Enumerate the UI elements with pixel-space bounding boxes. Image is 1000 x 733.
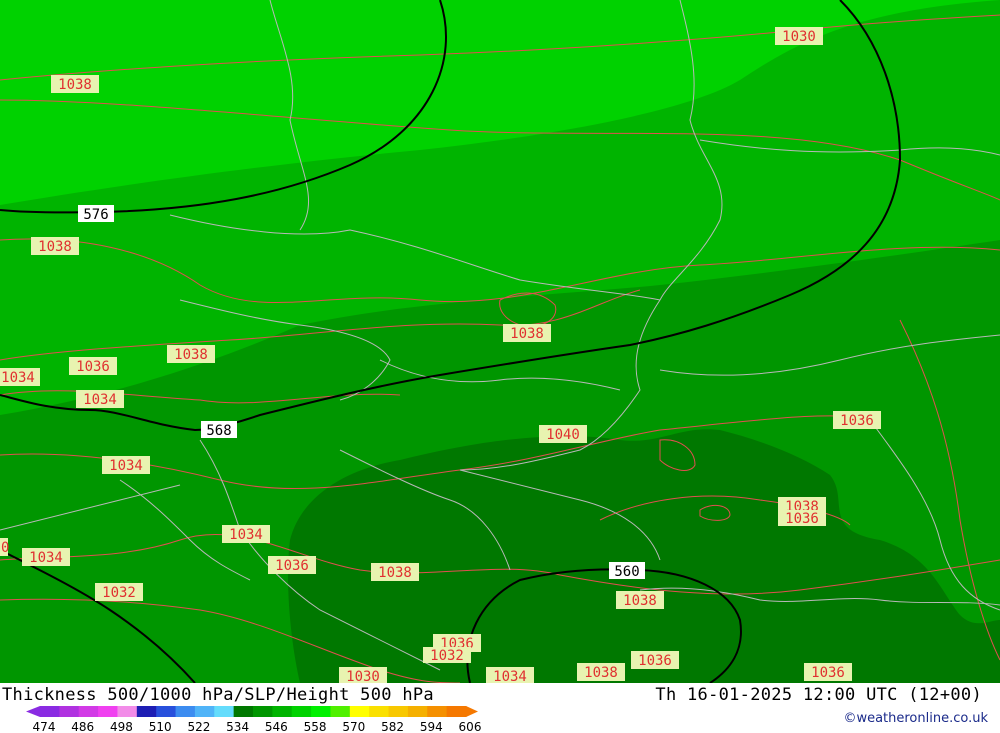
color-scale-swatches — [26, 706, 478, 717]
color-scale-swatch — [40, 706, 60, 717]
color-scale-swatch — [407, 706, 428, 717]
slp-label: 1038 — [503, 324, 551, 342]
color-scale-label: 606 — [459, 720, 482, 733]
svg-text:1030: 1030 — [782, 29, 816, 45]
color-scale-swatch — [136, 706, 157, 717]
svg-text:1038: 1038 — [378, 565, 412, 581]
slp-label: 1034 — [102, 456, 150, 474]
color-scale-label: 570 — [342, 720, 365, 733]
slp-label: 1036 — [833, 411, 881, 429]
svg-text:1034: 1034 — [1, 370, 35, 386]
color-scale-label: 582 — [381, 720, 404, 733]
slp-label: 1038 — [31, 237, 79, 255]
slp-label: 1038 — [616, 591, 664, 609]
height-label-568: 568 — [206, 423, 231, 439]
color-scale-label: 546 — [265, 720, 288, 733]
color-scale-swatch — [427, 706, 448, 717]
color-scale-label: 498 — [110, 720, 133, 733]
height-label-560: 560 — [614, 564, 639, 580]
color-scale-swatch — [291, 706, 312, 717]
svg-text:1036: 1036 — [840, 413, 874, 429]
slp-label: 1038 — [371, 563, 419, 581]
slp-label: 1032 — [95, 583, 143, 601]
svg-text:1036: 1036 — [785, 511, 819, 527]
svg-text:1034: 1034 — [109, 458, 143, 474]
color-scale-swatch — [214, 706, 235, 717]
color-scale-label: 510 — [149, 720, 172, 733]
svg-text:1038: 1038 — [38, 239, 72, 255]
svg-text:1034: 1034 — [83, 392, 117, 408]
color-scale-label: 522 — [187, 720, 210, 733]
slp-label: 1040 — [539, 425, 587, 443]
credit-link[interactable]: ©weatheronline.co.uk — [843, 711, 988, 726]
slp-label: 1036 — [631, 651, 679, 669]
slp-label: 1034 — [76, 390, 124, 408]
color-scale-arrow-left — [26, 706, 40, 717]
color-scale-label: 594 — [420, 720, 443, 733]
svg-text:1038: 1038 — [58, 77, 92, 93]
color-scale-swatch — [117, 706, 138, 717]
color-scale-swatch — [156, 706, 177, 717]
svg-text:1034: 1034 — [29, 550, 63, 566]
svg-text:1032: 1032 — [430, 648, 464, 664]
svg-text:1038: 1038 — [584, 665, 618, 681]
slp-label: 1034 — [22, 548, 70, 566]
svg-text:1036: 1036 — [638, 653, 672, 669]
slp-label: 1032 — [423, 647, 471, 664]
svg-text:1036: 1036 — [275, 558, 309, 574]
color-scale-swatch — [349, 706, 370, 717]
svg-text:1034: 1034 — [493, 669, 527, 683]
map-datetime: Th 16-01-2025 12:00 UTC (12+00) — [655, 685, 982, 705]
color-scale-swatch — [272, 706, 293, 717]
svg-text:1036: 1036 — [811, 665, 845, 681]
height-label-576: 576 — [83, 207, 108, 223]
color-scale-swatch — [311, 706, 331, 717]
color-scale-swatch — [194, 706, 215, 717]
slp-label: 1036 — [268, 556, 316, 574]
svg-text:1038: 1038 — [623, 593, 657, 609]
color-scale-labels: 474 486 498 510 522 534 546 558 570 582 594 606 — [33, 720, 482, 733]
color-scale-label: 486 — [71, 720, 94, 733]
map-footer: Thickness 500/1000 hPa/SLP/Height 500 hP… — [0, 683, 1000, 733]
svg-text:1036: 1036 — [76, 359, 110, 375]
color-scale-swatch — [446, 706, 467, 717]
color-scale-swatch — [78, 706, 99, 717]
slp-label: 1036 — [778, 510, 826, 527]
map-title: Thickness 500/1000 hPa/SLP/Height 500 hP… — [2, 685, 434, 705]
svg-text:1038: 1038 — [510, 326, 544, 342]
svg-text:1040: 1040 — [546, 427, 580, 443]
slp-label: 1038 — [51, 75, 99, 93]
slp-label: 1034 — [222, 525, 270, 543]
color-scale-swatch — [98, 706, 118, 717]
weather-map: 576 568 560 1030 1038 1038 1038 1038 103… — [0, 0, 1000, 683]
color-scale-swatch — [369, 706, 390, 717]
svg-text:1030: 1030 — [346, 669, 380, 683]
color-scale-swatch — [253, 706, 273, 717]
svg-text:1038: 1038 — [174, 347, 208, 363]
svg-text:1032: 1032 — [102, 585, 136, 601]
color-scale-arrow-right — [466, 706, 478, 717]
slp-label: 1030 — [775, 27, 823, 45]
slp-label: 1034 — [0, 368, 40, 386]
color-scale-swatch — [59, 706, 80, 717]
color-scale-label: 558 — [304, 720, 327, 733]
slp-label: 1038 — [577, 663, 625, 681]
slp-label: 1036 — [69, 357, 117, 375]
svg-text:1034: 1034 — [229, 527, 263, 543]
color-scale-swatch — [175, 706, 196, 717]
svg-text:0: 0 — [1, 540, 9, 556]
color-scale-label: 534 — [226, 720, 249, 733]
color-scale: 474 486 498 510 522 534 546 558 570 582 594 606 — [26, 706, 482, 733]
slp-label: 1030 — [339, 667, 387, 683]
color-scale-label: 474 — [33, 720, 56, 733]
color-scale-swatch — [233, 706, 254, 717]
slp-label: 1034 — [486, 667, 534, 683]
color-scale-swatch — [388, 706, 409, 717]
slp-label: 0 — [0, 538, 9, 556]
color-scale-swatch — [330, 706, 351, 717]
slp-label: 1036 — [804, 663, 852, 681]
slp-label: 1038 — [167, 345, 215, 363]
